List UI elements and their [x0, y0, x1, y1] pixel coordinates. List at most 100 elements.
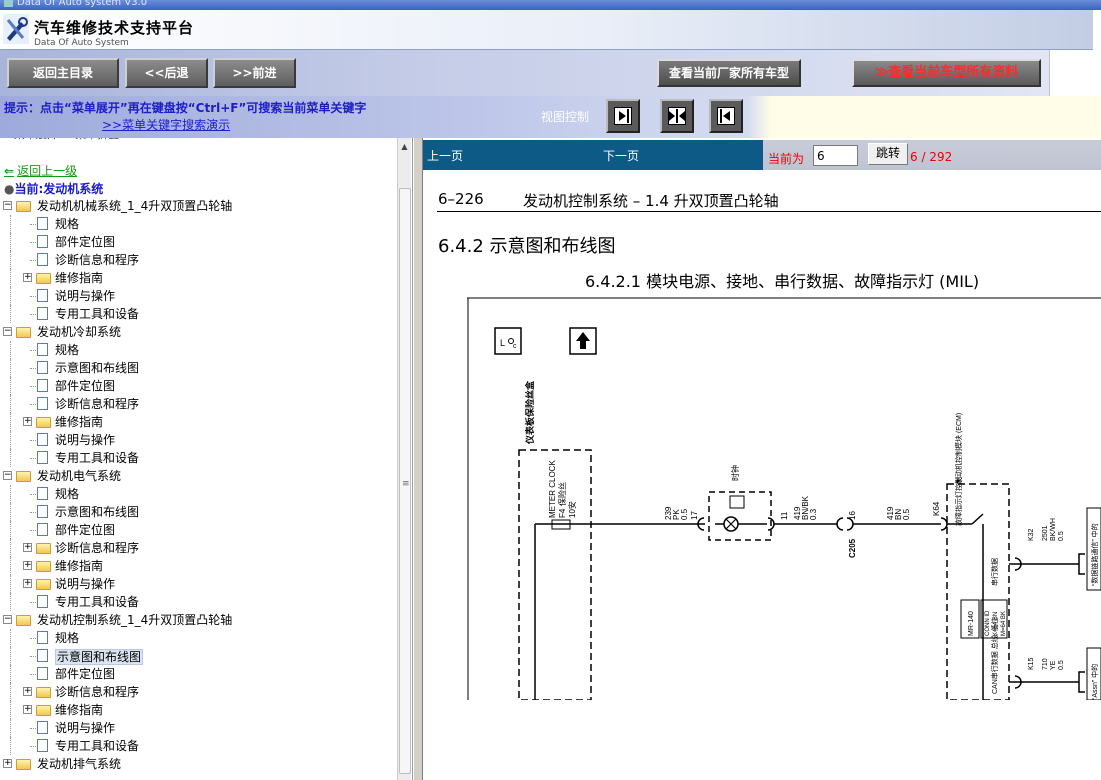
tree-doc-item[interactable]: 专用工具和设备 — [0, 305, 395, 323]
document-icon — [37, 289, 48, 302]
scroll-thumb[interactable]: ≡ — [399, 188, 411, 774]
ecm-label: 发动机控制模块 (ECM) — [954, 413, 963, 484]
tree-doc-item[interactable]: 部件定位图 — [0, 521, 395, 539]
view-left-pane-button[interactable] — [606, 99, 640, 133]
collapse-icon[interactable]: − — [3, 201, 12, 210]
collapse-icon[interactable]: − — [3, 615, 12, 624]
page-count: 6 / 292 — [910, 150, 953, 164]
tree-doc-item[interactable]: 说明与操作 — [0, 287, 395, 305]
tree-item-label: 专用工具和设备 — [55, 739, 140, 753]
tree-folder-item[interactable]: + 维修指南 — [0, 413, 395, 431]
all-vehicles-button[interactable]: 查看当前厂家所有车型 — [657, 59, 801, 87]
tree-doc-item[interactable]: 部件定位图 — [0, 377, 395, 395]
tree-guide-line — [10, 215, 11, 233]
scroll-up-arrow-icon[interactable]: ▲ — [398, 140, 411, 154]
tree-item-label: 诊断信息和程序 — [55, 253, 140, 267]
expand-icon[interactable]: + — [23, 705, 32, 714]
tree-scrollbar[interactable]: ▲ ≡ — [397, 138, 411, 780]
folder-icon — [16, 471, 31, 482]
app-title: 汽车维修技术支持平台 — [34, 19, 195, 37]
folder-icon — [16, 201, 31, 212]
tree-folder-item[interactable]: + 维修指南 — [0, 557, 395, 575]
tree-guide-line — [10, 593, 11, 611]
expand-icon[interactable]: + — [23, 579, 32, 588]
tree-doc-item[interactable]: 专用工具和设备 — [0, 593, 395, 611]
tree-menu-pane: ▭ 菜单展开 ▭ 菜单折叠 ⇐返回上一级 ●当前:发动机系统 − 发动机机械系统_… — [0, 138, 413, 780]
tree-item-label: 维修指南 — [55, 559, 104, 573]
tree-folder-item[interactable]: + 诊断信息和程序 — [0, 683, 395, 701]
view-split-button[interactable] — [660, 99, 694, 133]
tree-doc-item[interactable]: 示意图和布线图 — [0, 647, 395, 665]
folder-icon — [36, 687, 51, 698]
tree-doc-item[interactable]: 规格 — [0, 341, 395, 359]
tree-doc-item[interactable]: 示意图和布线图 — [0, 359, 395, 377]
next-page-link[interactable]: 下一页 — [603, 147, 639, 164]
tree-guide-line — [10, 665, 11, 683]
expand-icon[interactable]: + — [23, 561, 32, 570]
ground-symbol-icon: Lc — [494, 327, 522, 355]
expand-icon[interactable]: + — [23, 543, 32, 552]
tree-item-label: 发动机冷却系统 — [37, 325, 122, 339]
back-button[interactable]: <<后退 — [125, 58, 208, 88]
tree-folder-item[interactable]: − 发动机电气系统 — [0, 467, 395, 485]
expand-icon[interactable]: + — [23, 417, 32, 426]
tree-item-label: 维修指南 — [55, 415, 104, 429]
tree-doc-item[interactable]: 规格 — [0, 629, 395, 647]
pin-k64: K64 — [932, 501, 941, 516]
tree-doc-item[interactable]: 规格 — [0, 215, 395, 233]
collapse-icon[interactable]: − — [3, 327, 12, 336]
collapse-icon[interactable]: − — [3, 471, 12, 480]
tree-item-label: 部件定位图 — [55, 667, 116, 681]
tree-folder-item[interactable]: − 发动机控制系统_1_4升双顶置凸轮轴 — [0, 611, 395, 629]
search-demo-link[interactable]: >>菜单关键字搜索演示 — [102, 116, 230, 133]
page-number-input[interactable] — [813, 145, 858, 166]
tree-guide-line — [10, 503, 11, 521]
tree-doc-item[interactable]: 部件定位图 — [0, 233, 395, 251]
tree-folder-item[interactable]: − 发动机机械系统_1_4升双顶置凸轮轴 — [0, 197, 395, 215]
tree-guide-line — [10, 539, 11, 557]
tree-doc-item[interactable]: 说明与操作 — [0, 431, 395, 449]
prev-page-link[interactable]: 上一页 — [427, 147, 463, 164]
tree-doc-item[interactable]: 诊断信息和程序 — [0, 251, 395, 269]
wire5-color: YE — [1050, 660, 1057, 670]
expand-icon[interactable]: + — [3, 759, 12, 768]
document-icon — [37, 649, 48, 662]
tree-doc-item[interactable]: 部件定位图 — [0, 665, 395, 683]
tree-doc-item[interactable]: 诊断信息和程序 — [0, 395, 395, 413]
expand-icon[interactable]: + — [23, 273, 32, 282]
pane-splitter[interactable] — [413, 138, 423, 780]
tree-doc-item[interactable]: 说明与操作 — [0, 719, 395, 737]
jump-button[interactable]: 跳转 — [868, 143, 908, 165]
tree-guide-line — [10, 485, 11, 503]
tree-folder-item[interactable]: − 发动机冷却系统 — [0, 323, 395, 341]
window-title-bar: Data Of Auto system V3.0 — [0, 0, 1101, 10]
tree-doc-item[interactable]: 规格 — [0, 485, 395, 503]
tree-folder-item[interactable]: + 维修指南 — [0, 269, 395, 287]
app-header: 汽车维修技术支持平台 Data Of Auto System — [0, 10, 1101, 50]
tree-doc-item[interactable]: 示意图和布线图 — [0, 503, 395, 521]
tree-doc-item[interactable]: 专用工具和设备 — [0, 737, 395, 755]
expand-icon[interactable]: + — [23, 687, 32, 696]
tree-item-label: 诊断信息和程序 — [55, 541, 140, 555]
view-control-label: 视图控制 — [541, 110, 590, 124]
back-up-link[interactable]: ⇐ 返回上一级 — [4, 162, 77, 179]
all-data-button[interactable]: ≫查看当前车型所有资料 — [852, 59, 1041, 87]
can-label: CAN串行数据 总线, 低位 — [990, 617, 999, 694]
home-button[interactable]: 返回主目录 — [7, 58, 119, 88]
conn-id-title: CONN ID — [985, 610, 991, 636]
folder-icon — [36, 561, 51, 572]
document-icon — [37, 343, 48, 356]
tree-guide-line — [10, 575, 11, 593]
tree-folder-item[interactable]: + 发动机排气系统 — [0, 755, 395, 773]
tree-guide-line — [10, 719, 11, 737]
view-right-pane-button[interactable] — [709, 99, 743, 133]
person-icon: ● — [4, 182, 15, 196]
forward-button[interactable]: >>前进 — [213, 58, 296, 88]
tree-folder-item[interactable]: + 维修指南 — [0, 701, 395, 719]
tree-doc-item[interactable]: 专用工具和设备 — [0, 449, 395, 467]
pin-k15: K15 — [1028, 657, 1035, 670]
tree-folder-item[interactable]: + 说明与操作 — [0, 575, 395, 593]
conn-mr: MR-140 — [968, 611, 975, 636]
c205-label: C205 — [848, 538, 857, 558]
tree-folder-item[interactable]: + 诊断信息和程序 — [0, 539, 395, 557]
